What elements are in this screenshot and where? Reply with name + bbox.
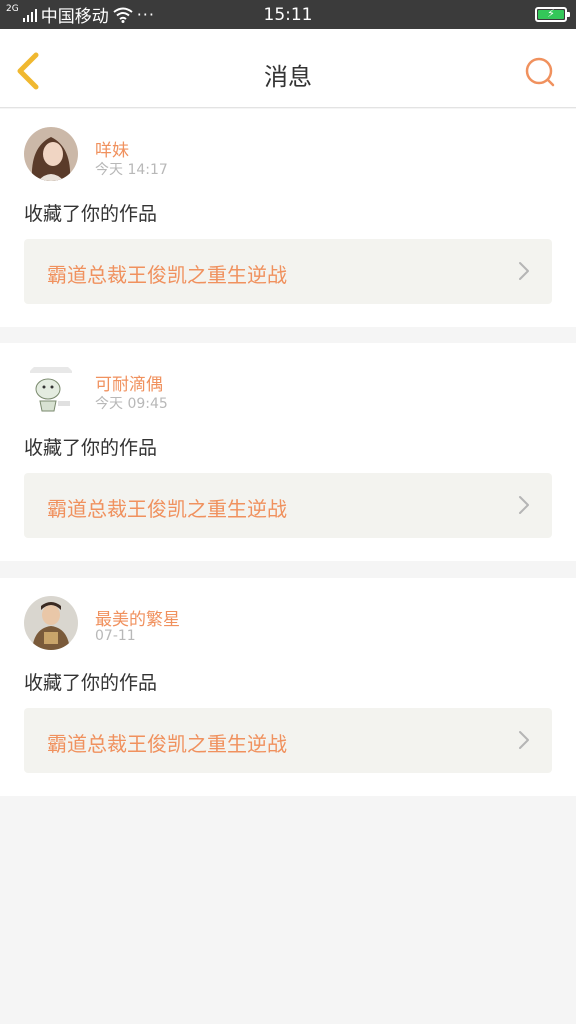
chevron-right-icon — [519, 731, 529, 749]
carrier-label: 中国移动 — [40, 7, 109, 27]
work-title: 霸道总裁王俊凯之重生逆战 — [47, 497, 287, 521]
user-avatar[interactable] — [24, 361, 78, 415]
message-time: 今天 14:17 — [95, 162, 168, 178]
chevron-right-icon — [519, 262, 529, 280]
page-title: 消息 — [264, 63, 312, 91]
header: 消息 — [0, 29, 576, 108]
message-text: 收藏了你的作品 — [24, 437, 158, 459]
status-bar: 2G 中国移动 ··· 15:11 ⚡ — [0, 0, 576, 29]
message-item: 最美的繁星 07-11 收藏了你的作品 霸道总裁王俊凯之重生逆战 — [0, 578, 576, 796]
username[interactable]: 可耐滴偶 — [95, 370, 163, 395]
work-link[interactable]: 霸道总裁王俊凯之重生逆战 — [24, 239, 552, 304]
work-title: 霸道总裁王俊凯之重生逆战 — [47, 263, 287, 287]
photo-avatar-icon — [24, 127, 78, 181]
photo-avatar-icon — [24, 596, 78, 650]
user-avatar[interactable] — [24, 127, 78, 181]
signal-icon — [22, 8, 37, 22]
user-avatar[interactable] — [24, 596, 78, 650]
network-type-label: 2G — [6, 4, 19, 14]
wifi-icon — [113, 7, 133, 23]
chevron-right-icon — [519, 496, 529, 514]
more-indicator: ··· — [136, 5, 155, 24]
username[interactable]: 最美的繁星 — [95, 605, 180, 630]
work-link[interactable]: 霸道总裁王俊凯之重生逆战 — [24, 708, 552, 773]
battery-icon: ⚡ — [535, 7, 570, 22]
work-title: 霸道总裁王俊凯之重生逆战 — [47, 732, 287, 756]
message-time: 07-11 — [95, 628, 136, 644]
message-item: 咩妹 今天 14:17 收藏了你的作品 霸道总裁王俊凯之重生逆战 — [0, 109, 576, 327]
message-text: 收藏了你的作品 — [24, 672, 158, 694]
work-link[interactable]: 霸道总裁王俊凯之重生逆战 — [24, 473, 552, 538]
cartoon-avatar-icon — [24, 361, 78, 415]
status-left: 2G 中国移动 ··· — [0, 0, 155, 29]
search-icon — [525, 57, 555, 87]
message-time: 今天 09:45 — [95, 396, 168, 412]
message-item: 可耐滴偶 今天 09:45 收藏了你的作品 霸道总裁王俊凯之重生逆战 — [0, 343, 576, 561]
username[interactable]: 咩妹 — [95, 136, 129, 161]
charging-bolt-icon: ⚡ — [547, 7, 555, 20]
message-text: 收藏了你的作品 — [24, 203, 158, 225]
search-button[interactable] — [522, 55, 558, 91]
